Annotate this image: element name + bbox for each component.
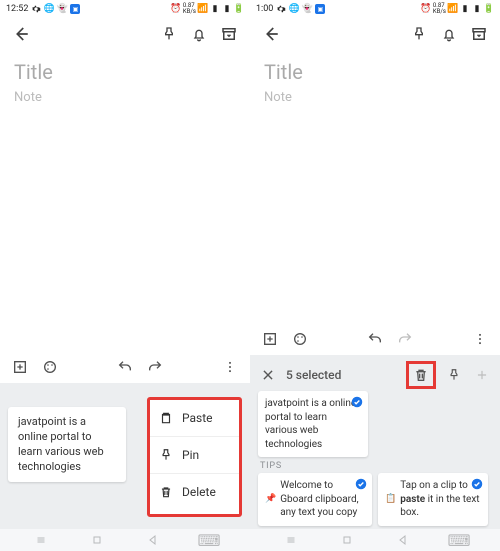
nav-keyboard-icon[interactable]: ⌨: [451, 532, 467, 548]
system-nav: ⌨: [0, 529, 250, 551]
plus-icon: [472, 365, 492, 385]
redo-icon: [395, 329, 415, 349]
tips-label: TIPS: [260, 461, 492, 471]
app-bar: [0, 16, 250, 52]
signal-icon: ▮: [222, 4, 232, 14]
clipboard-item[interactable]: javatpoint is a online portal to learn v…: [258, 391, 368, 457]
bell-icon[interactable]: [188, 23, 210, 45]
battery-icon: 🔋: [484, 4, 494, 14]
gear-icon: [276, 4, 286, 14]
overflow-icon[interactable]: [220, 357, 240, 377]
pin-icon[interactable]: [158, 23, 180, 45]
editor[interactable]: Title Note: [250, 52, 500, 105]
context-label: Paste: [182, 411, 213, 425]
overflow-icon[interactable]: [470, 329, 490, 349]
globe-icon: 🌐: [289, 4, 299, 14]
alarm-icon: ⏰: [421, 4, 431, 14]
trash-icon: [158, 484, 174, 500]
app-bar: [250, 16, 500, 52]
tip-text: Welcome to Gboard clipboard, any text yo…: [280, 479, 365, 520]
context-menu: Paste Pin Delete: [147, 397, 242, 517]
snapchat-icon: 👻: [302, 4, 312, 14]
screen-left: 12:52 🌐 👻 ▣ ⏰ 0.87KB/s 📶 ▮ ▮ 🔋: [0, 0, 250, 551]
clipboard-item[interactable]: javatpoint is a online portal to learn v…: [8, 407, 126, 482]
gear-icon: [31, 4, 41, 14]
check-icon: [470, 477, 484, 491]
nav-keyboard-icon[interactable]: ⌨: [201, 532, 217, 548]
palette-icon[interactable]: [290, 329, 310, 349]
snapchat-icon: 👻: [57, 4, 67, 14]
pin-badge-icon: 📌: [265, 479, 276, 520]
tip-text: Tap on a clip to paste it in the text bo…: [400, 479, 481, 520]
pin-icon: [158, 447, 174, 463]
keyboard-clipboard-panel: javatpoint is a online portal to learn v…: [0, 383, 250, 529]
tip-item[interactable]: 📋 Tap on a clip to paste it in the text …: [378, 473, 488, 526]
selection-count: 5 selected: [286, 368, 341, 382]
undo-icon[interactable]: [115, 357, 135, 377]
context-label: Pin: [182, 448, 199, 462]
context-pin[interactable]: Pin: [150, 437, 239, 474]
context-delete[interactable]: Delete: [150, 474, 239, 510]
status-time: 12:52: [6, 4, 28, 14]
context-label: Delete: [182, 485, 216, 499]
check-icon: [354, 477, 368, 491]
note-input[interactable]: Note: [264, 90, 486, 105]
system-nav: ⌨: [250, 529, 500, 551]
nav-home-icon[interactable]: [89, 532, 105, 548]
nav-back-icon[interactable]: [145, 532, 161, 548]
title-input[interactable]: Title: [14, 60, 236, 84]
close-icon[interactable]: [258, 365, 278, 385]
volte-icon: 📶: [448, 4, 458, 14]
signal-icon: ▮: [472, 4, 482, 14]
add-icon[interactable]: [260, 329, 280, 349]
editor[interactable]: Title Note: [0, 52, 250, 105]
nav-home-icon[interactable]: [339, 532, 355, 548]
add-icon[interactable]: [10, 357, 30, 377]
clipboard-icon: [158, 410, 174, 426]
app-badge-icon: ▣: [315, 4, 325, 14]
screen-right: 1:00 🌐 👻 ▣ ⏰ 0.87KB/s 📶 ▮ ▮ 🔋 T: [250, 0, 500, 551]
status-bar: 12:52 🌐 👻 ▣ ⏰ 0.87KB/s 📶 ▮ ▮ 🔋: [0, 0, 250, 16]
bell-icon[interactable]: [438, 23, 460, 45]
check-icon: [350, 395, 364, 409]
speed-indicator: 0.87KB/s: [433, 3, 446, 15]
back-icon[interactable]: [260, 23, 282, 45]
archive-icon[interactable]: [468, 23, 490, 45]
alarm-icon: ⏰: [171, 4, 181, 14]
archive-icon[interactable]: [218, 23, 240, 45]
clipboard-text: javatpoint is a online portal to learn v…: [18, 415, 104, 473]
nav-back-icon[interactable]: [395, 532, 411, 548]
volte-icon: 📶: [198, 4, 208, 14]
context-paste[interactable]: Paste: [150, 400, 239, 437]
app-badge-icon: ▣: [70, 4, 80, 14]
wifi-icon: ▮: [460, 4, 470, 14]
status-time: 1:00: [256, 4, 273, 14]
delete-highlight: [406, 361, 436, 389]
nav-recent-icon[interactable]: [33, 532, 49, 548]
battery-icon: 🔋: [234, 4, 244, 14]
tip-item[interactable]: 📌 Welcome to Gboard clipboard, any text …: [258, 473, 372, 526]
undo-icon[interactable]: [365, 329, 385, 349]
back-icon[interactable]: [10, 23, 32, 45]
keyboard-clipboard-panel: 5 selected javatpoint is a online portal…: [250, 355, 500, 529]
nav-recent-icon[interactable]: [283, 532, 299, 548]
redo-icon[interactable]: [145, 357, 165, 377]
clipboard-text: javatpoint is a online portal to learn v…: [265, 398, 356, 450]
bottom-toolbar: [250, 323, 500, 355]
note-input[interactable]: Note: [14, 90, 236, 105]
clipboard-badge-icon: 📋: [385, 479, 396, 520]
pin-icon[interactable]: [408, 23, 430, 45]
palette-icon[interactable]: [40, 357, 60, 377]
globe-icon: 🌐: [44, 4, 54, 14]
selection-bar: 5 selected: [258, 361, 492, 389]
pin-icon[interactable]: [444, 365, 464, 385]
speed-indicator: 0.87KB/s: [183, 3, 196, 15]
status-bar: 1:00 🌐 👻 ▣ ⏰ 0.87KB/s 📶 ▮ ▮ 🔋: [250, 0, 500, 16]
wifi-icon: ▮: [210, 4, 220, 14]
trash-icon[interactable]: [411, 365, 431, 385]
bottom-toolbar: [0, 351, 250, 383]
title-input[interactable]: Title: [264, 60, 486, 84]
